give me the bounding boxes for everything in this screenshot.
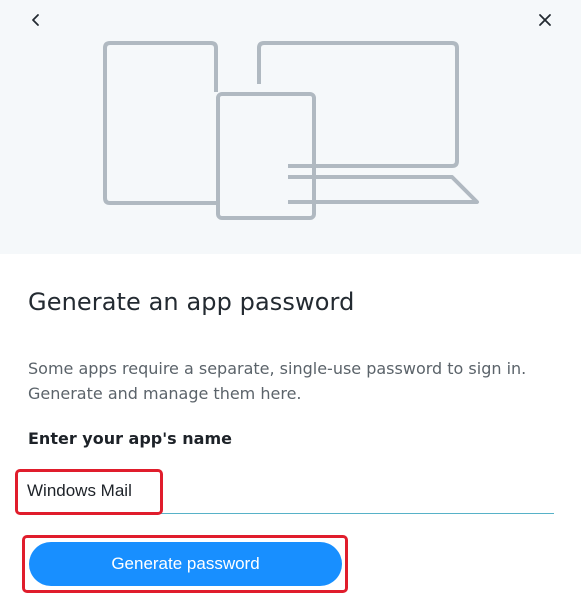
description-text: Some apps require a separate, single-use… — [28, 359, 527, 403]
chevron-left-icon — [32, 14, 39, 26]
generate-password-button[interactable]: Generate password — [29, 542, 342, 586]
laptop-screen-outline — [257, 41, 459, 168]
hero-banner — [0, 0, 581, 254]
app-password-dialog: Generate an app password Some apps requi… — [0, 0, 581, 600]
laptop-base-outline — [288, 175, 479, 204]
close-button[interactable] — [531, 6, 559, 34]
app-name-field — [20, 471, 554, 514]
app-name-input[interactable] — [20, 471, 554, 511]
page-title: Generate an app password — [28, 288, 355, 316]
tablet-outline — [103, 41, 218, 205]
phone-outline — [216, 92, 316, 220]
close-icon — [539, 14, 551, 26]
back-button[interactable] — [22, 6, 50, 34]
app-name-label: Enter your app's name — [28, 429, 232, 448]
devices-illustration — [103, 41, 479, 220]
